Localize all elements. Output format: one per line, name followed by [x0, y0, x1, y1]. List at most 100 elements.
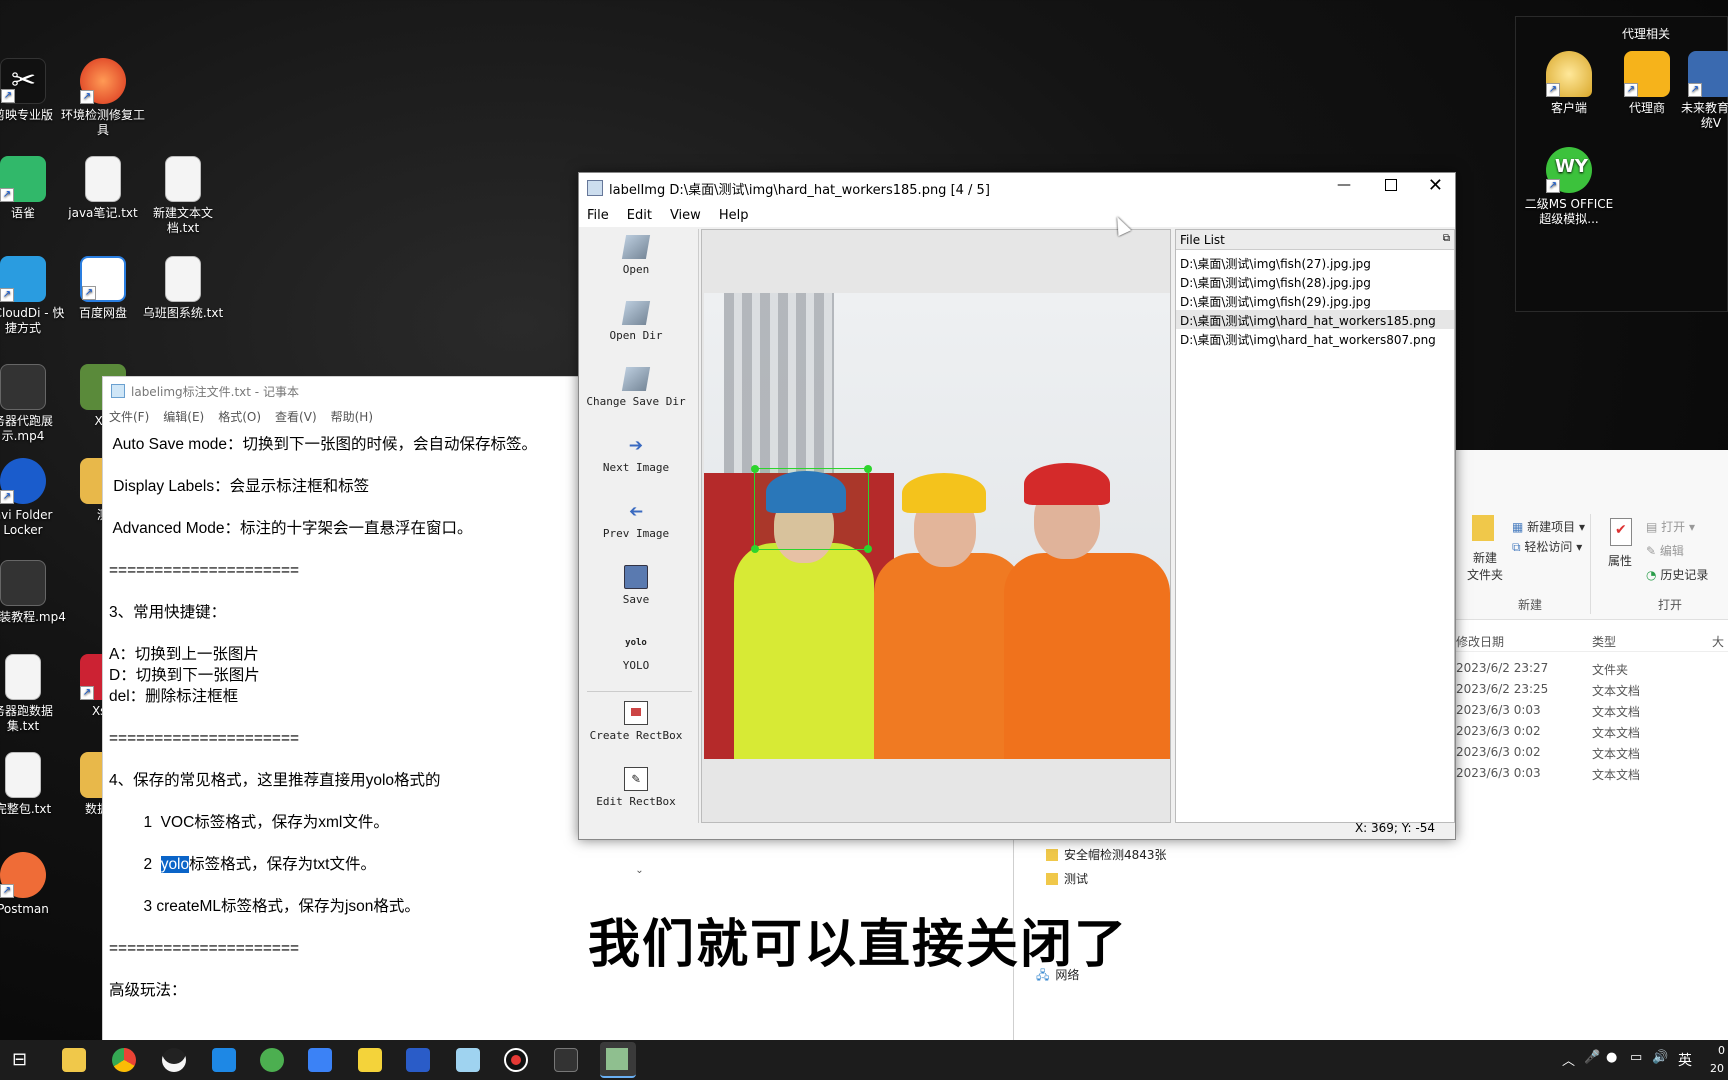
green-app-icon[interactable] — [260, 1048, 284, 1072]
ime-indicator[interactable]: 英 — [1678, 1050, 1692, 1070]
tool-yolo-format-button[interactable]: yolo YOLO — [581, 631, 691, 691]
labelimg-menu-view[interactable]: View — [670, 208, 701, 223]
row-date: 2023/6/3 0:03 — [1456, 703, 1541, 717]
volume-icon[interactable]: 🔊 — [1652, 1050, 1668, 1065]
close-button[interactable]: ✕ — [1428, 175, 1443, 196]
labelimg-menu-edit[interactable]: Edit — [627, 208, 652, 223]
tool-open-dir-button[interactable]: Open Dir — [581, 301, 691, 361]
mail-icon[interactable] — [308, 1048, 332, 1072]
desktop-icon-future-edu[interactable]: ↗ 未来教育系统V — [1676, 51, 1728, 131]
bbox-handle[interactable] — [751, 465, 759, 473]
task-view-icon[interactable]: ⊟ — [12, 1048, 36, 1072]
labelimg-menu-file[interactable]: File — [587, 208, 609, 223]
edit-button[interactable]: ✎ 编辑 — [1646, 542, 1684, 559]
terminal-icon[interactable] — [554, 1048, 578, 1072]
microsoft-store-icon[interactable] — [212, 1048, 236, 1072]
easy-access-button[interactable]: ⧉ 轻松访问 ▾ — [1512, 538, 1582, 555]
labelimg-window: labelImg D:\桌面\测试\img\hard_hat_workers18… — [578, 172, 1456, 876]
tool-edit-rectbox-button[interactable]: ✎ Edit RectBox — [581, 767, 691, 827]
column-size[interactable]: 大 — [1712, 633, 1724, 650]
tray-chevron-icon[interactable]: ︿ — [1562, 1050, 1575, 1069]
new-folder-icon — [1472, 515, 1494, 541]
qq-icon[interactable] — [162, 1048, 186, 1072]
nav-item-test[interactable]: 测试 — [1046, 870, 1088, 887]
bbox-handle[interactable] — [864, 545, 872, 553]
column-date[interactable]: 修改日期 — [1456, 633, 1504, 650]
bounding-box[interactable] — [751, 465, 872, 553]
vscode-like-icon[interactable] — [406, 1048, 430, 1072]
properties-button[interactable]: 属性 — [1608, 552, 1632, 569]
file-explorer-icon[interactable] — [62, 1048, 86, 1072]
desktop-icon-env-repair[interactable]: ↗ 环境检测修复工具 — [58, 58, 148, 138]
bbox-handle[interactable] — [751, 545, 759, 553]
file-list-item[interactable]: D:\桌面\测试\img\hard_hat_workers807.png — [1176, 329, 1454, 348]
toolbar-expand-icon[interactable]: ⌄ — [581, 865, 698, 876]
desktop-icon-java-notes[interactable]: java笔记.txt — [58, 156, 148, 221]
file-list-item[interactable]: D:\桌面\测试\img\fish(27).jpg.jpg — [1176, 253, 1454, 272]
maximize-button[interactable] — [1385, 179, 1397, 191]
desktop-icon-label: 环境检测修复工具 — [60, 108, 145, 137]
desktop-icon-install-video[interactable]: k安装教程.mp4 — [0, 560, 68, 625]
notepad-menu-view[interactable]: 查看(V) — [275, 408, 317, 425]
notepad-menu-edit[interactable]: 编辑(E) — [163, 408, 204, 425]
file-list-item[interactable]: D:\桌面\测试\img\fish(29).jpg.jpg — [1176, 291, 1454, 310]
selected-text[interactable]: yolo — [160, 856, 190, 873]
labelimg-titlebar[interactable]: labelImg D:\桌面\测试\img\hard_hat_workers18… — [579, 173, 1455, 203]
new-item-button[interactable]: ▦ 新建项目 ▾ — [1512, 518, 1585, 535]
nav-label: 测试 — [1064, 872, 1089, 886]
tool-create-rectbox-button[interactable]: Create RectBox — [581, 701, 691, 761]
labelimg-statusbar: X: 369; Y: -54 — [579, 821, 1455, 839]
desktop-icon-ms-office-sim[interactable]: WY ↗ 二级MS OFFICE超级模拟... — [1524, 147, 1614, 227]
desktop-icon-baidu-pan[interactable]: ↗ 百度网盘 — [58, 256, 148, 321]
tool-label: Prev Image — [602, 527, 670, 540]
env-repair-icon: ↗ — [80, 58, 126, 104]
crane-structure — [724, 293, 834, 483]
notepad-taskbar-icon[interactable] — [456, 1048, 480, 1072]
file-list-item[interactable]: D:\桌面\测试\img\fish(28).jpg.jpg — [1176, 272, 1454, 291]
tool-open-button[interactable]: Open — [581, 235, 691, 295]
worker-middle — [874, 553, 1024, 759]
tool-next-image-button[interactable]: ➔ Next Image — [581, 433, 691, 493]
notepad-line: 高级玩法： — [109, 982, 187, 999]
annotated-image[interactable] — [704, 293, 1170, 759]
notepad-menu-help[interactable]: 帮助(H) — [331, 408, 373, 425]
record-icon[interactable] — [504, 1048, 528, 1072]
file-list-item[interactable]: D:\桌面\测试\img\hard_hat_workers185.png — [1176, 310, 1454, 329]
new-folder-button[interactable]: 新建 文件夹 — [1460, 549, 1510, 583]
column-type[interactable]: 类型 — [1592, 633, 1616, 650]
desktop-icon-new-text[interactable]: 新建文本文档.txt — [138, 156, 228, 236]
network-tray-icon[interactable]: ▭ — [1630, 1050, 1642, 1065]
notepad-menu-file[interactable]: 文件(F) — [109, 408, 149, 425]
clock-top[interactable]: 0 — [1718, 1044, 1725, 1057]
desktop-icon-postman[interactable]: ↗ Postman — [0, 852, 68, 917]
bbox-handle[interactable] — [864, 465, 872, 473]
minimize-button[interactable]: — — [1337, 177, 1351, 193]
tool-label: Edit RectBox — [596, 795, 676, 808]
cursor-coordinates: X: 369; Y: -54 — [1354, 821, 1435, 835]
history-button[interactable]: ◔ 历史记录 — [1646, 566, 1708, 583]
row-type: 文本文档 — [1592, 747, 1641, 761]
desktop-icon-label: 乌班图系统.txt — [142, 306, 224, 320]
chrome-icon[interactable] — [112, 1048, 136, 1072]
notepad-menu-format[interactable]: 格式(O) — [218, 408, 261, 425]
lock-folder-icon: ↗ — [0, 458, 46, 504]
desktop-icon-ubuntu-txt[interactable]: 乌班图系统.txt — [138, 256, 228, 321]
tool-prev-image-button[interactable]: ➔ Prev Image — [581, 497, 691, 559]
labelimg-taskbar-icon[interactable] — [600, 1042, 636, 1078]
sticky-notes-icon[interactable] — [358, 1048, 382, 1072]
desktop-icon-label: 务器跑数据集.txt — [0, 704, 53, 733]
labelimg-menu-help[interactable]: Help — [719, 208, 749, 223]
qq-tray-icon[interactable]: ● — [1606, 1050, 1617, 1065]
tool-change-save-dir-button[interactable]: Change Save Dir — [581, 367, 691, 427]
desktop-icon-client[interactable]: ↗ 客户端 — [1524, 51, 1614, 116]
cloud-app-icon: ↗ — [0, 256, 46, 302]
tool-save-button[interactable]: Save — [581, 565, 691, 625]
float-dock-icon[interactable]: ⧉ — [1443, 233, 1450, 244]
clock[interactable]: 20 — [1710, 1062, 1724, 1075]
open-button[interactable]: ▤ 打开 ▾ — [1646, 518, 1695, 535]
image-canvas[interactable] — [701, 229, 1171, 823]
nav-item-helmet-dataset[interactable]: 安全帽检测4843张 — [1046, 846, 1167, 863]
open-label: 打开 ▾ — [1661, 520, 1696, 534]
microphone-icon[interactable]: 🎤 — [1584, 1050, 1600, 1065]
desktop-icon-label: 百度网盘 — [78, 306, 127, 320]
